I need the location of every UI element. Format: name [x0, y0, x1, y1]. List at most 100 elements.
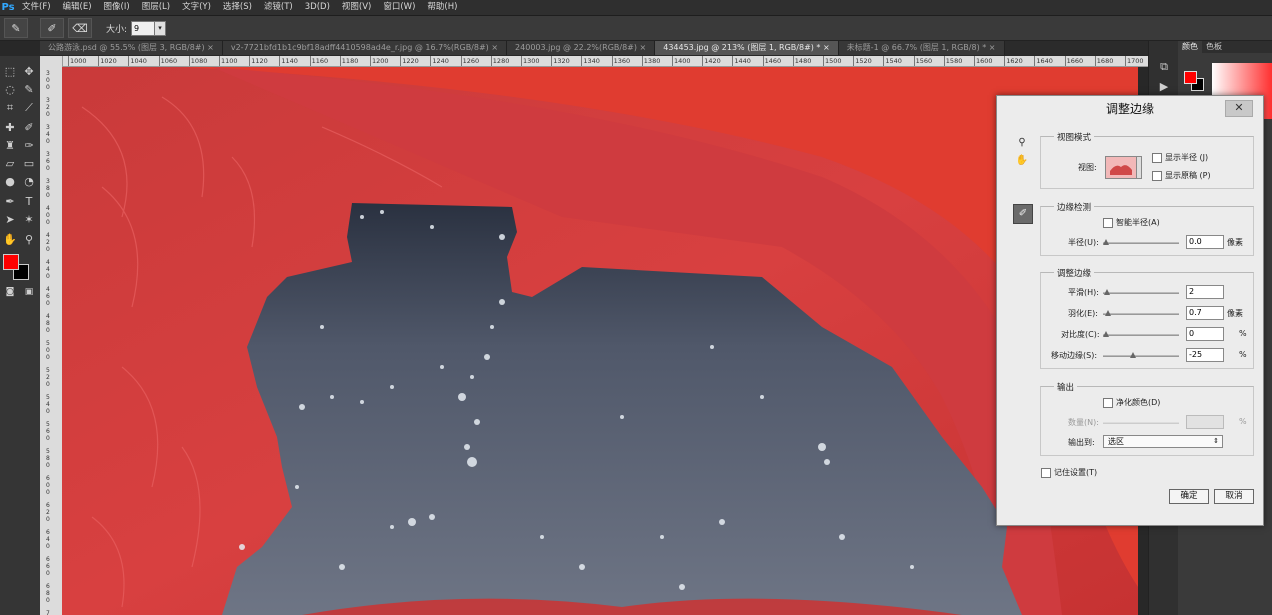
ruler-tick-label: 1640	[1034, 56, 1053, 66]
radius-slider[interactable]	[1103, 239, 1179, 245]
smooth-slider[interactable]	[1103, 289, 1179, 295]
document-tab[interactable]: 公路游泳.psd @ 55.5% (图层 3, RGB/8#) ×	[40, 41, 223, 55]
menu-item[interactable]: 文字(Y)	[176, 0, 217, 15]
contrast-slider-handle[interactable]	[1103, 331, 1109, 337]
ruler-tick-label: 560	[46, 421, 50, 442]
ruler-tick-label: 1180	[339, 56, 359, 66]
ruler-tick-label: 1620	[1004, 56, 1023, 66]
ruler-tick-label: 1540	[883, 56, 902, 66]
radius-input[interactable]: 0.0	[1186, 235, 1224, 249]
gradient-tool-icon[interactable]: ▭	[21, 156, 37, 172]
eyedropper-tool-icon[interactable]: ⟋	[21, 100, 37, 116]
decontaminate-checkbox[interactable]	[1103, 398, 1113, 408]
shift-edge-slider-handle[interactable]	[1129, 352, 1136, 358]
lasso-tool-icon[interactable]: ◌	[2, 82, 18, 98]
screen-mode-icon[interactable]: ▣	[21, 284, 37, 300]
menu-item[interactable]: 图层(L)	[136, 0, 176, 15]
show-radius-checkbox[interactable]	[1152, 153, 1162, 163]
play-action-icon[interactable]: ▶	[1156, 79, 1172, 95]
contrast-input[interactable]: 0	[1186, 327, 1224, 341]
crop-tool-icon[interactable]: ⌗	[2, 100, 18, 116]
zoom-tool-icon[interactable]: ⚲	[21, 232, 37, 248]
size-input[interactable]: 9	[131, 20, 156, 36]
foreground-color-swatch[interactable]	[3, 254, 19, 270]
type-tool-icon[interactable]: T	[21, 194, 37, 210]
hand-tool-icon[interactable]: ✋	[2, 232, 18, 248]
smooth-input[interactable]: 2	[1186, 285, 1224, 299]
document-tab[interactable]: 未标题-1 @ 66.7% (图层 1, RGB/8) * ×	[838, 41, 1005, 55]
clone-stamp-tool-icon[interactable]: ♜	[2, 138, 18, 154]
ruler-tick-label: 620	[46, 502, 50, 523]
dodge-tool-icon[interactable]: ◔	[21, 174, 37, 190]
select-arrow-icon: ⇕	[1213, 437, 1219, 445]
quick-select-tool-icon[interactable]: ✎	[21, 82, 37, 98]
output-to-select[interactable]: 选区 ⇕	[1103, 435, 1223, 448]
panel-foreground-swatch[interactable]	[1184, 71, 1197, 84]
menu-item[interactable]: 视图(V)	[336, 0, 377, 15]
shift-edge-input[interactable]: -25	[1186, 348, 1224, 362]
feather-input[interactable]: 0.7	[1186, 306, 1224, 320]
remember-settings-checkbox[interactable]	[1041, 468, 1051, 478]
eraser-tool-icon[interactable]: ▱	[2, 156, 18, 172]
zoom-icon[interactable]: ⚲	[1015, 136, 1029, 150]
shape-tool-icon[interactable]: ✶	[21, 212, 37, 228]
history-brush-tool-icon[interactable]: ✑	[21, 138, 37, 154]
menu-item[interactable]: 文件(F)	[16, 0, 57, 15]
menu-item[interactable]: 3D(D)	[299, 0, 336, 15]
view-dropdown-arrow[interactable]	[1136, 156, 1142, 179]
ok-button[interactable]: 确定	[1169, 489, 1209, 504]
view-mode-section: 视图模式 视图: 显示半径 (J) 显示原稿 (P)	[1040, 131, 1254, 189]
smart-radius-checkbox[interactable]	[1103, 218, 1113, 228]
refine-radius-tool-icon[interactable]: ✐	[1013, 204, 1033, 224]
history-panel-icon[interactable]: ⧉	[1156, 59, 1172, 75]
ruler-horizontal: 1000 1020 1040 1060 1080 1100 1120 1140 1160 1180…	[62, 56, 1148, 67]
menu-item[interactable]: 编辑(E)	[57, 0, 98, 15]
brush-tool-icon[interactable]: ✐	[21, 120, 37, 136]
view-thumbnail[interactable]	[1105, 156, 1137, 179]
menu-item[interactable]: 选择(S)	[217, 0, 258, 15]
menu-item[interactable]: 窗口(W)	[377, 0, 421, 15]
tab-color[interactable]: 颜色	[1178, 41, 1202, 53]
ruler-tick-label: 440	[46, 259, 50, 280]
path-select-tool-icon[interactable]: ➤	[2, 212, 18, 228]
radius-slider-handle[interactable]	[1103, 239, 1109, 245]
menu-item[interactable]: 帮助(H)	[421, 0, 463, 15]
show-original-checkbox[interactable]	[1152, 171, 1162, 181]
size-dropdown-arrow[interactable]: ▾	[155, 20, 167, 36]
hand-icon[interactable]: ✋	[1015, 154, 1029, 168]
shift-edge-slider[interactable]	[1103, 352, 1179, 358]
close-button[interactable]: ✕	[1225, 100, 1253, 117]
image-canvas[interactable]	[62, 67, 1138, 615]
document-tab[interactable]: 240003.jpg @ 22.2%(RGB/8#) ×	[507, 41, 656, 55]
feather-slider[interactable]	[1103, 310, 1179, 316]
smooth-slider-handle[interactable]	[1104, 289, 1111, 295]
erase-refinements-button[interactable]: ⌫	[68, 18, 92, 38]
contrast-label: 对比度(C):	[1061, 330, 1100, 339]
ruler-tick-label: 1580	[943, 56, 963, 66]
document-tab[interactable]: 434453.jpg @ 213% (图层 1, RGB/8#) * ×	[655, 41, 839, 55]
menu-item[interactable]: 图像(I)	[98, 0, 136, 15]
marquee-tool-icon[interactable]: ⬚	[2, 64, 18, 80]
healing-brush-tool-icon[interactable]: ✚	[2, 120, 18, 136]
contrast-slider[interactable]	[1103, 331, 1179, 337]
ruler-tick-label: 700	[46, 610, 50, 615]
ruler-tick-label: 1560	[913, 56, 933, 66]
brush-tool-preset-button[interactable]: ✎	[4, 18, 28, 38]
radius-unit: 像素	[1227, 238, 1243, 247]
canvas-image	[62, 67, 1138, 615]
document-tab[interactable]: v2-7721bfd1b1c9bf18adff4410598ad4e_r.jpg…	[222, 41, 508, 55]
feather-slider-handle[interactable]	[1105, 310, 1112, 316]
move-tool-icon[interactable]: ✥	[21, 64, 37, 80]
cancel-button[interactable]: 取消	[1214, 489, 1254, 504]
menu-item[interactable]: 滤镜(T)	[258, 0, 299, 15]
blur-tool-icon[interactable]: ●	[2, 174, 18, 190]
tab-swatches[interactable]: 色板	[1202, 41, 1226, 53]
refine-radius-button[interactable]: ✐	[40, 18, 64, 38]
adjust-edge-title: 调整边缘	[1054, 267, 1095, 279]
amount-unit: %	[1239, 417, 1247, 426]
ruler-tick-label: 1520	[853, 56, 872, 66]
decontaminate-label: 净化颜色(D)	[1116, 398, 1161, 407]
quick-mask-icon[interactable]: ◙	[2, 284, 18, 300]
pen-tool-icon[interactable]: ✒	[2, 194, 18, 210]
feather-label: 羽化(E):	[1068, 309, 1098, 318]
